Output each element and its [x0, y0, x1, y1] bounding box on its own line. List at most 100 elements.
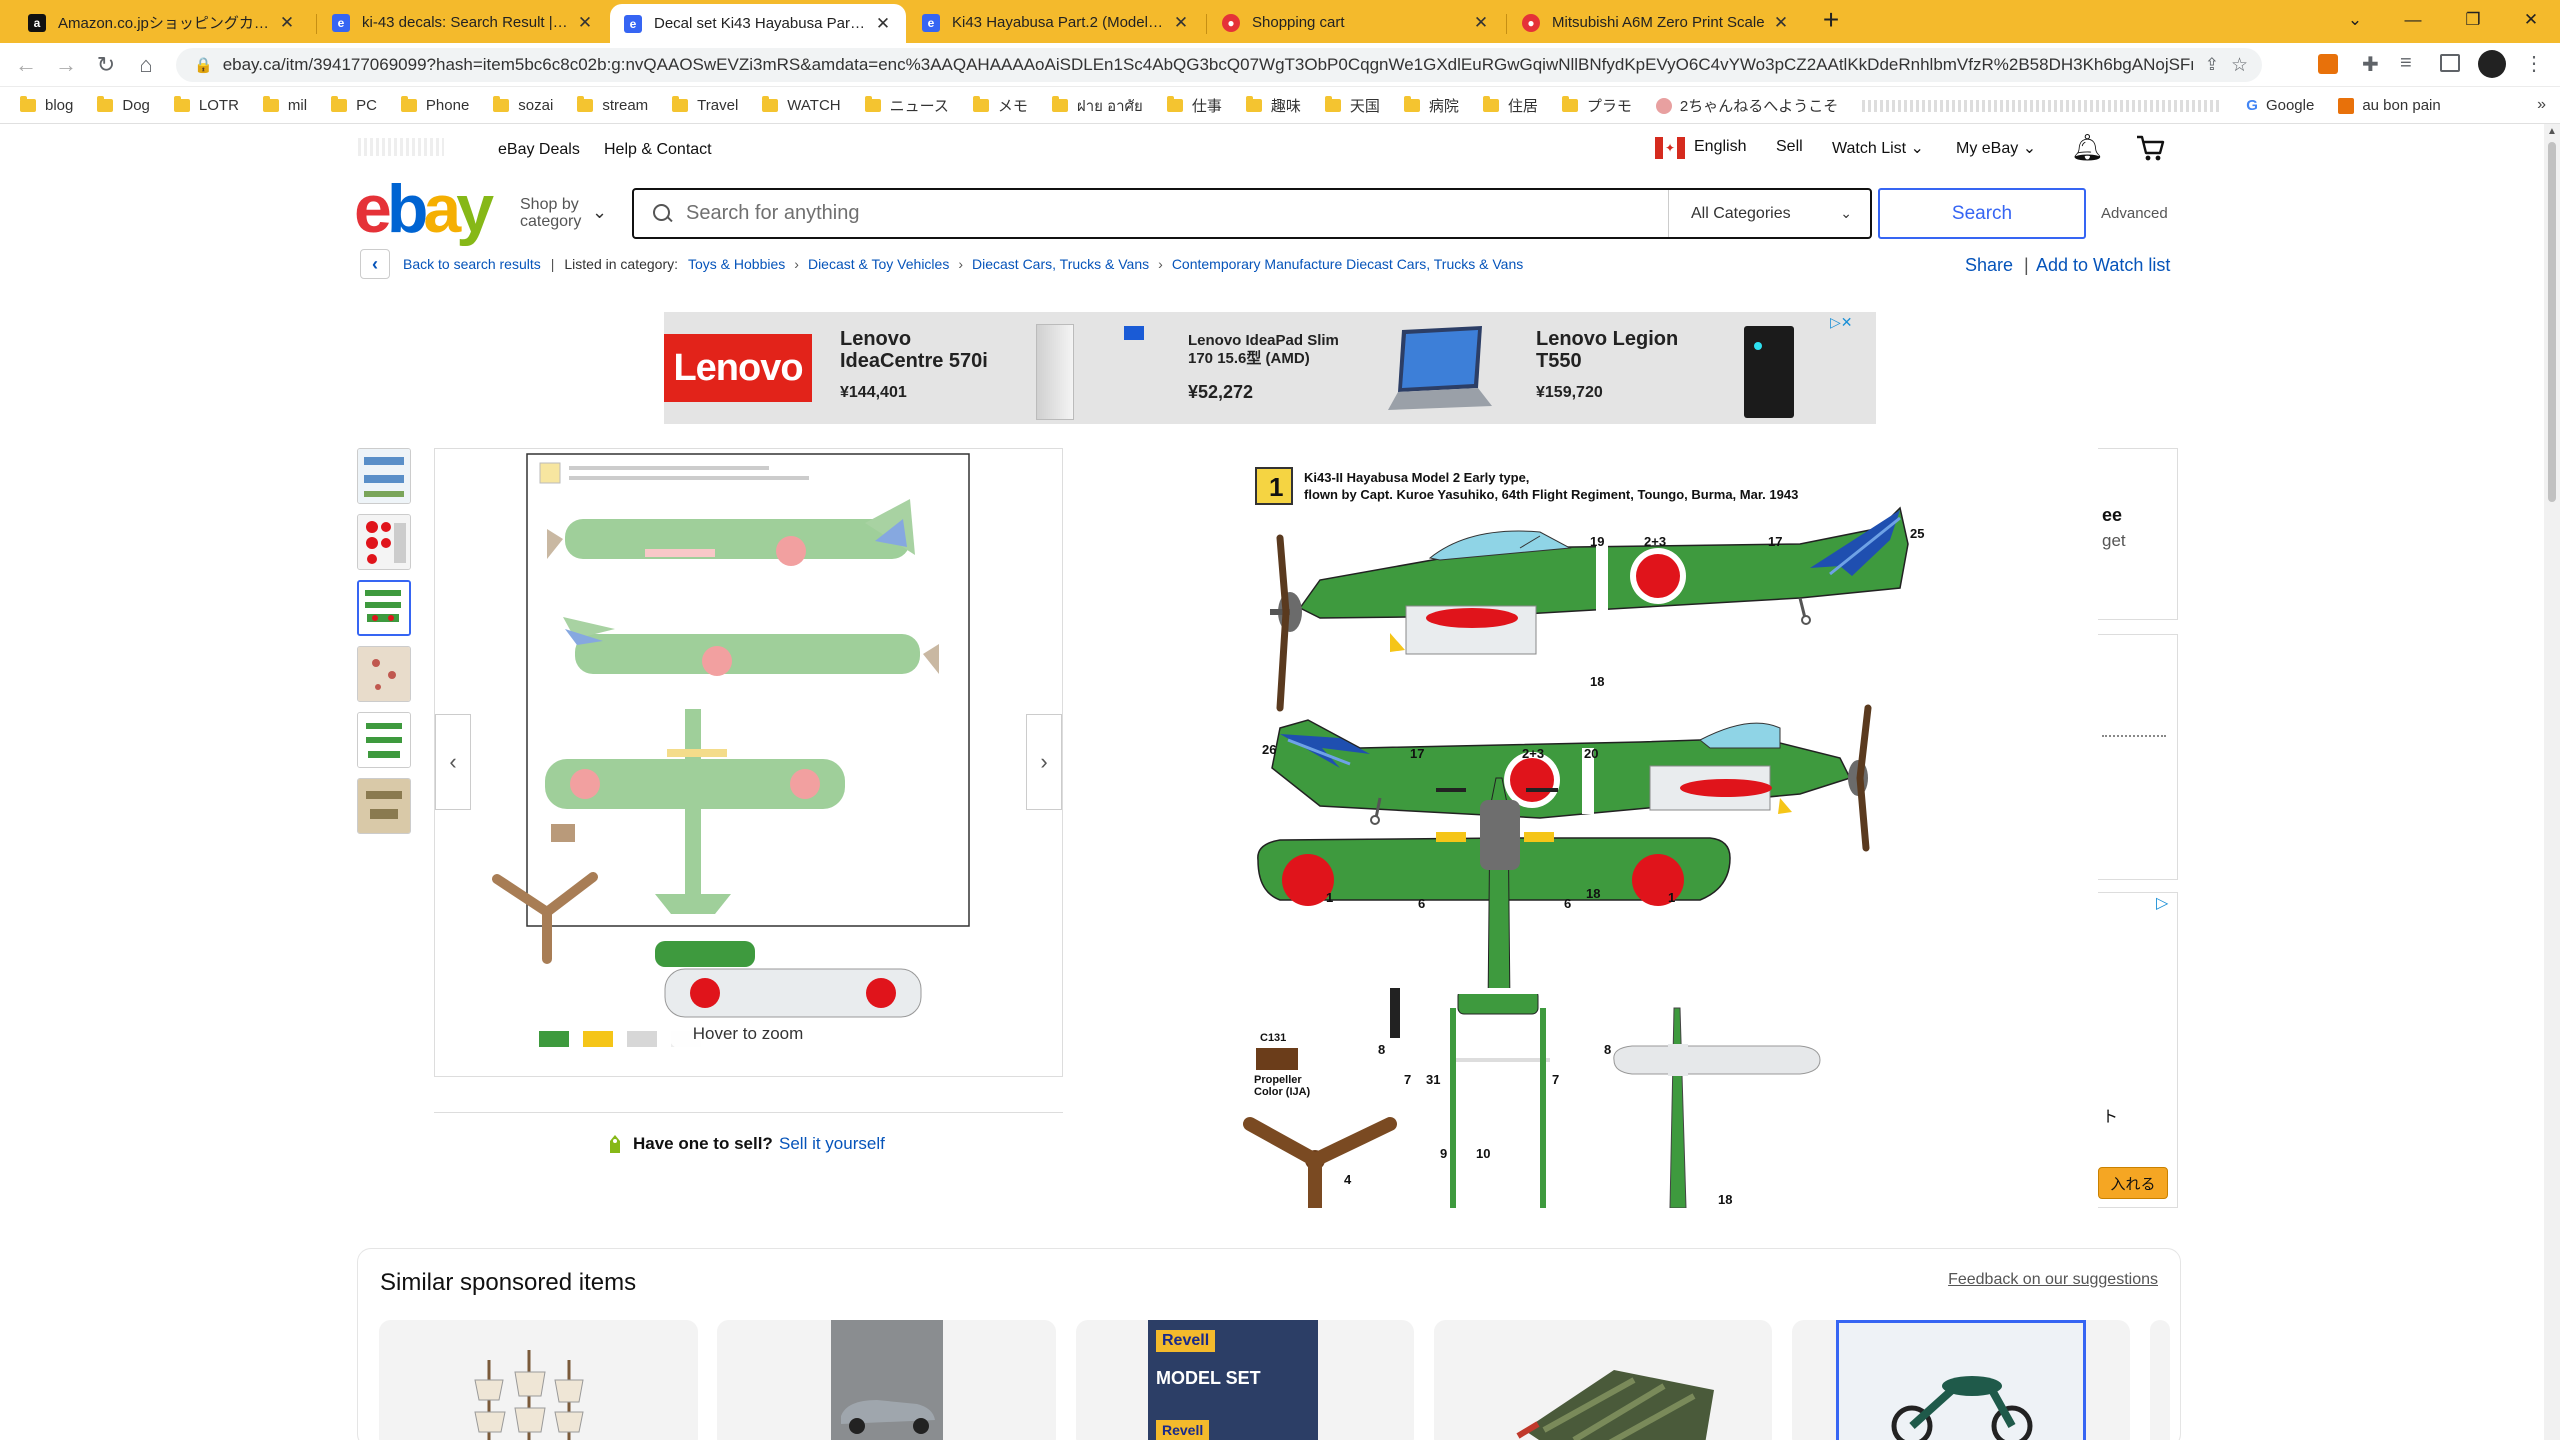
bookmark-folder[interactable]: ฝาย อาศัย — [1051, 94, 1143, 118]
bookmark-folder[interactable]: mil — [262, 96, 307, 114]
side-ad-fragment[interactable]: ▷ ト 入れる — [2098, 892, 2178, 1208]
similar-item-card-partial[interactable] — [2150, 1320, 2170, 1440]
profile-avatar[interactable] — [2478, 50, 2506, 78]
minimize-button[interactable]: — — [2384, 0, 2442, 40]
thumbnail-3-selected[interactable] — [357, 580, 411, 636]
bookmark-star-icon[interactable]: ☆ — [2231, 54, 2248, 77]
bookmark-folder[interactable]: PC — [331, 96, 377, 114]
thumbnail-5[interactable] — [357, 712, 411, 768]
extensions-icon[interactable]: ✚ — [2362, 52, 2379, 77]
breadcrumb-item[interactable]: Toys & Hobbies — [688, 256, 785, 272]
close-tab-icon[interactable]: ✕ — [1772, 13, 1790, 33]
bookmark-link[interactable]: G Google — [2246, 97, 2314, 114]
bookmark-link[interactable]: 2ちゃんねるへようこそ — [1655, 95, 1838, 116]
back-to-results-link[interactable]: Back to search results — [403, 256, 541, 272]
back-arrow-icon[interactable]: ‹ — [360, 249, 390, 279]
bookmark-folder[interactable]: sozai — [493, 96, 553, 114]
notification-bell-icon[interactable]: 🔔︎ — [2071, 132, 2104, 163]
more-bookmarks-icon[interactable]: » — [2537, 96, 2546, 114]
side-panel-icon[interactable] — [2440, 54, 2460, 72]
bookmark-folder[interactable]: 仕事 — [1166, 95, 1222, 116]
share-page-icon[interactable]: ⇪ — [2205, 55, 2219, 75]
bookmark-folder[interactable]: プラモ — [1561, 95, 1632, 116]
browser-tab-ebay-search[interactable]: e ki-43 decals: Search Result | eBay ✕ — [318, 4, 608, 41]
new-tab-button[interactable]: + — [1802, 0, 1860, 40]
close-tab-icon[interactable]: ✕ — [278, 13, 296, 33]
page-scrollbar[interactable]: ▲ — [2544, 124, 2560, 1440]
bookmark-folder[interactable]: メモ — [972, 95, 1028, 116]
bookmark-folder[interactable]: 趣味 — [1245, 95, 1301, 116]
reload-icon[interactable]: ↻ — [92, 51, 120, 79]
share-link[interactable]: Share — [1965, 255, 2013, 276]
tab-search-icon[interactable]: ⌄ — [2326, 0, 2384, 40]
help-contact-link[interactable]: Help & Contact — [604, 141, 712, 159]
close-tab-icon[interactable]: ✕ — [1172, 13, 1190, 33]
bookmark-folder[interactable]: LOTR — [173, 96, 239, 114]
browser-tab-active[interactable]: e Decal set Ki43 Hayabusa Part.2 ( ✕ — [610, 4, 906, 43]
close-window-button[interactable]: ✕ — [2502, 0, 2560, 40]
advanced-search-link[interactable]: Advanced — [2101, 205, 2168, 222]
close-tab-icon[interactable]: ✕ — [874, 14, 892, 34]
scroll-up-icon[interactable]: ▲ — [2547, 126, 2557, 137]
next-image-button[interactable]: › — [1026, 714, 1062, 810]
breadcrumb-item[interactable]: Diecast & Toy Vehicles — [808, 256, 949, 272]
close-tab-icon[interactable]: ✕ — [576, 13, 594, 33]
reading-list-icon[interactable]: ≡ — [2400, 52, 2412, 75]
ebay-deals-link[interactable]: eBay Deals — [498, 141, 580, 159]
forward-icon[interactable]: → — [52, 51, 80, 79]
browser-tab-zero[interactable]: ● Mitsubishi A6M Zero Print Scale ✕ — [1508, 4, 1804, 41]
bookmark-folder[interactable]: Dog — [97, 96, 150, 114]
adchoices-icon[interactable]: ▷✕ — [1830, 314, 1853, 331]
similar-item-card[interactable] — [717, 1320, 1056, 1440]
adchoices-icon[interactable]: ▷ — [2156, 893, 2168, 913]
thumbnail-4[interactable] — [357, 646, 411, 702]
browser-tab-shopping-cart[interactable]: ● Shopping cart ✕ — [1208, 4, 1504, 41]
bookmark-folder[interactable]: 天国 — [1324, 95, 1380, 116]
breadcrumb-item[interactable]: Diecast Cars, Trucks & Vans — [972, 256, 1149, 272]
category-select[interactable]: All Categories ⌄ — [1668, 190, 1870, 237]
similar-item-card[interactable]: Revell MODEL SET Revell — [1076, 1320, 1414, 1440]
search-input[interactable] — [686, 202, 1668, 225]
scrollbar-thumb[interactable] — [2548, 142, 2556, 502]
search-button[interactable]: Search — [1878, 188, 2086, 239]
sell-link[interactable]: Sell — [1776, 138, 1803, 156]
bookmark-folder[interactable]: WATCH — [762, 96, 841, 114]
back-icon[interactable]: ← — [12, 51, 40, 79]
bookmark-folder[interactable]: stream — [577, 96, 648, 114]
browser-tab-amazon[interactable]: a Amazon.co.jpショッピングカート ✕ — [14, 4, 310, 41]
cart-icon[interactable] — [2135, 134, 2165, 162]
feedback-link[interactable]: Feedback on our suggestions — [1948, 1271, 2158, 1289]
bookmark-folder[interactable]: Phone — [400, 96, 469, 114]
bookmark-folder[interactable]: ニュース — [864, 95, 949, 116]
watchlist-menu[interactable]: Watch List ⌄ — [1832, 138, 1924, 158]
bookmark-folder[interactable]: Travel — [672, 96, 738, 114]
maximize-button[interactable]: ❐ — [2444, 0, 2502, 40]
lenovo-ad-banner[interactable]: Lenovo Lenovo IdeaCentre 570i ¥144,401 L… — [664, 312, 1876, 424]
previous-image-button[interactable]: ‹ — [435, 714, 471, 810]
browser-tab-ki43[interactable]: e Ki43 Hayabusa Part.2 (Model 2) ( ✕ — [908, 4, 1204, 41]
thumbnail-1[interactable] — [357, 448, 411, 504]
menu-icon[interactable]: ⋮ — [2524, 51, 2544, 76]
sell-it-yourself-link[interactable]: Sell it yourself — [779, 1134, 885, 1154]
add-to-watchlist-link[interactable]: Add to Watch list — [2036, 255, 2170, 276]
my-ebay-menu[interactable]: My eBay ⌄ — [1956, 138, 2036, 158]
bookmark-folder[interactable]: blog — [20, 96, 73, 114]
home-icon[interactable]: ⌂ — [132, 51, 160, 79]
bookmark-link[interactable]: au bon pain — [2338, 97, 2441, 114]
bookmark-folder[interactable]: 病院 — [1403, 95, 1459, 116]
close-tab-icon[interactable]: ✕ — [1472, 13, 1490, 33]
ebay-logo[interactable]: ebay — [354, 176, 506, 246]
address-bar[interactable]: 🔒 ebay.ca/itm/394177069099?hash=item5bc6… — [176, 48, 2262, 82]
breadcrumb-item[interactable]: Contemporary Manufacture Diecast Cars, T… — [1172, 256, 1523, 272]
rss-extension-icon[interactable] — [2318, 54, 2338, 74]
similar-item-card[interactable] — [1792, 1320, 2130, 1440]
thumbnail-2[interactable] — [357, 514, 411, 570]
similar-item-card[interactable] — [379, 1320, 698, 1440]
main-image-frame[interactable] — [434, 448, 1063, 1077]
thumbnail-6[interactable] — [357, 778, 411, 834]
similar-item-card[interactable] — [1434, 1320, 1772, 1440]
add-to-cart-fragment-button[interactable]: 入れる — [2098, 1167, 2168, 1199]
bookmark-folder[interactable]: 住居 — [1482, 95, 1538, 116]
shop-by-category-button[interactable]: Shop by category — [520, 196, 581, 230]
language-selector[interactable]: English — [1694, 138, 1746, 156]
